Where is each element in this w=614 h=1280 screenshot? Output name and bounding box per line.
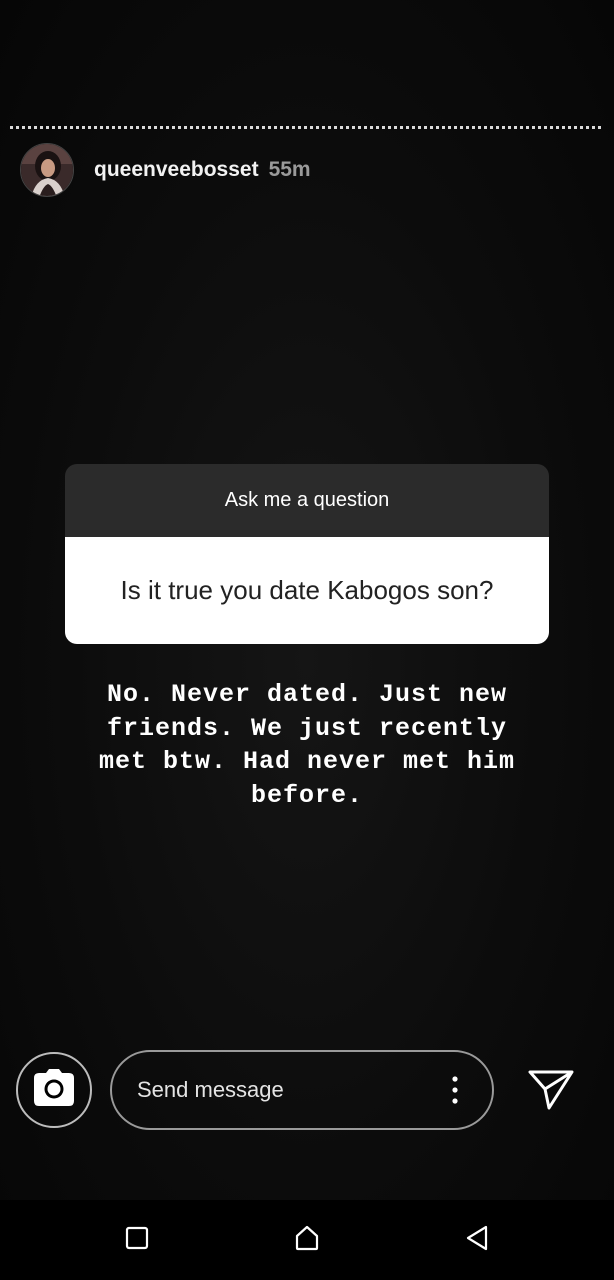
triangle-back-icon — [465, 1225, 489, 1256]
answer-line: before. — [250, 780, 364, 810]
story-view: queenveebosset 55m Ask me a question Is … — [0, 0, 614, 1200]
question-sticker: Ask me a question Is it true you date Ka… — [65, 464, 549, 644]
square-icon — [125, 1226, 149, 1255]
more-vertical-icon[interactable] — [452, 1076, 458, 1109]
back-button[interactable] — [447, 1200, 507, 1280]
send-button[interactable] — [527, 1068, 577, 1114]
answer-text: No. Never dated. Just new friends. We ju… — [60, 678, 554, 812]
send-icon — [527, 1070, 575, 1116]
home-icon — [294, 1225, 320, 1256]
answer-line: friends. We just recently — [106, 713, 508, 743]
camera-icon — [33, 1068, 75, 1112]
send-message-input[interactable] — [137, 1077, 417, 1103]
send-message-field[interactable] — [110, 1050, 494, 1130]
home-button[interactable] — [277, 1200, 337, 1280]
question-sticker-title: Ask me a question — [65, 464, 549, 537]
story-username[interactable]: queenveebosset — [94, 158, 259, 182]
question-sticker-question: Is it true you date Kabogos son? — [65, 537, 549, 644]
answer-line: met btw. Had never met him — [98, 747, 516, 776]
recent-apps-button[interactable] — [107, 1200, 167, 1280]
answer-line: No. Never dated. Just new — [106, 680, 508, 709]
avatar[interactable] — [20, 143, 74, 197]
story-timestamp: 55m — [268, 158, 311, 181]
story-progress-bar — [10, 126, 604, 129]
camera-button[interactable] — [16, 1052, 92, 1128]
system-navigation-bar — [0, 1200, 614, 1280]
story-header: queenveebosset 55m — [20, 143, 311, 197]
